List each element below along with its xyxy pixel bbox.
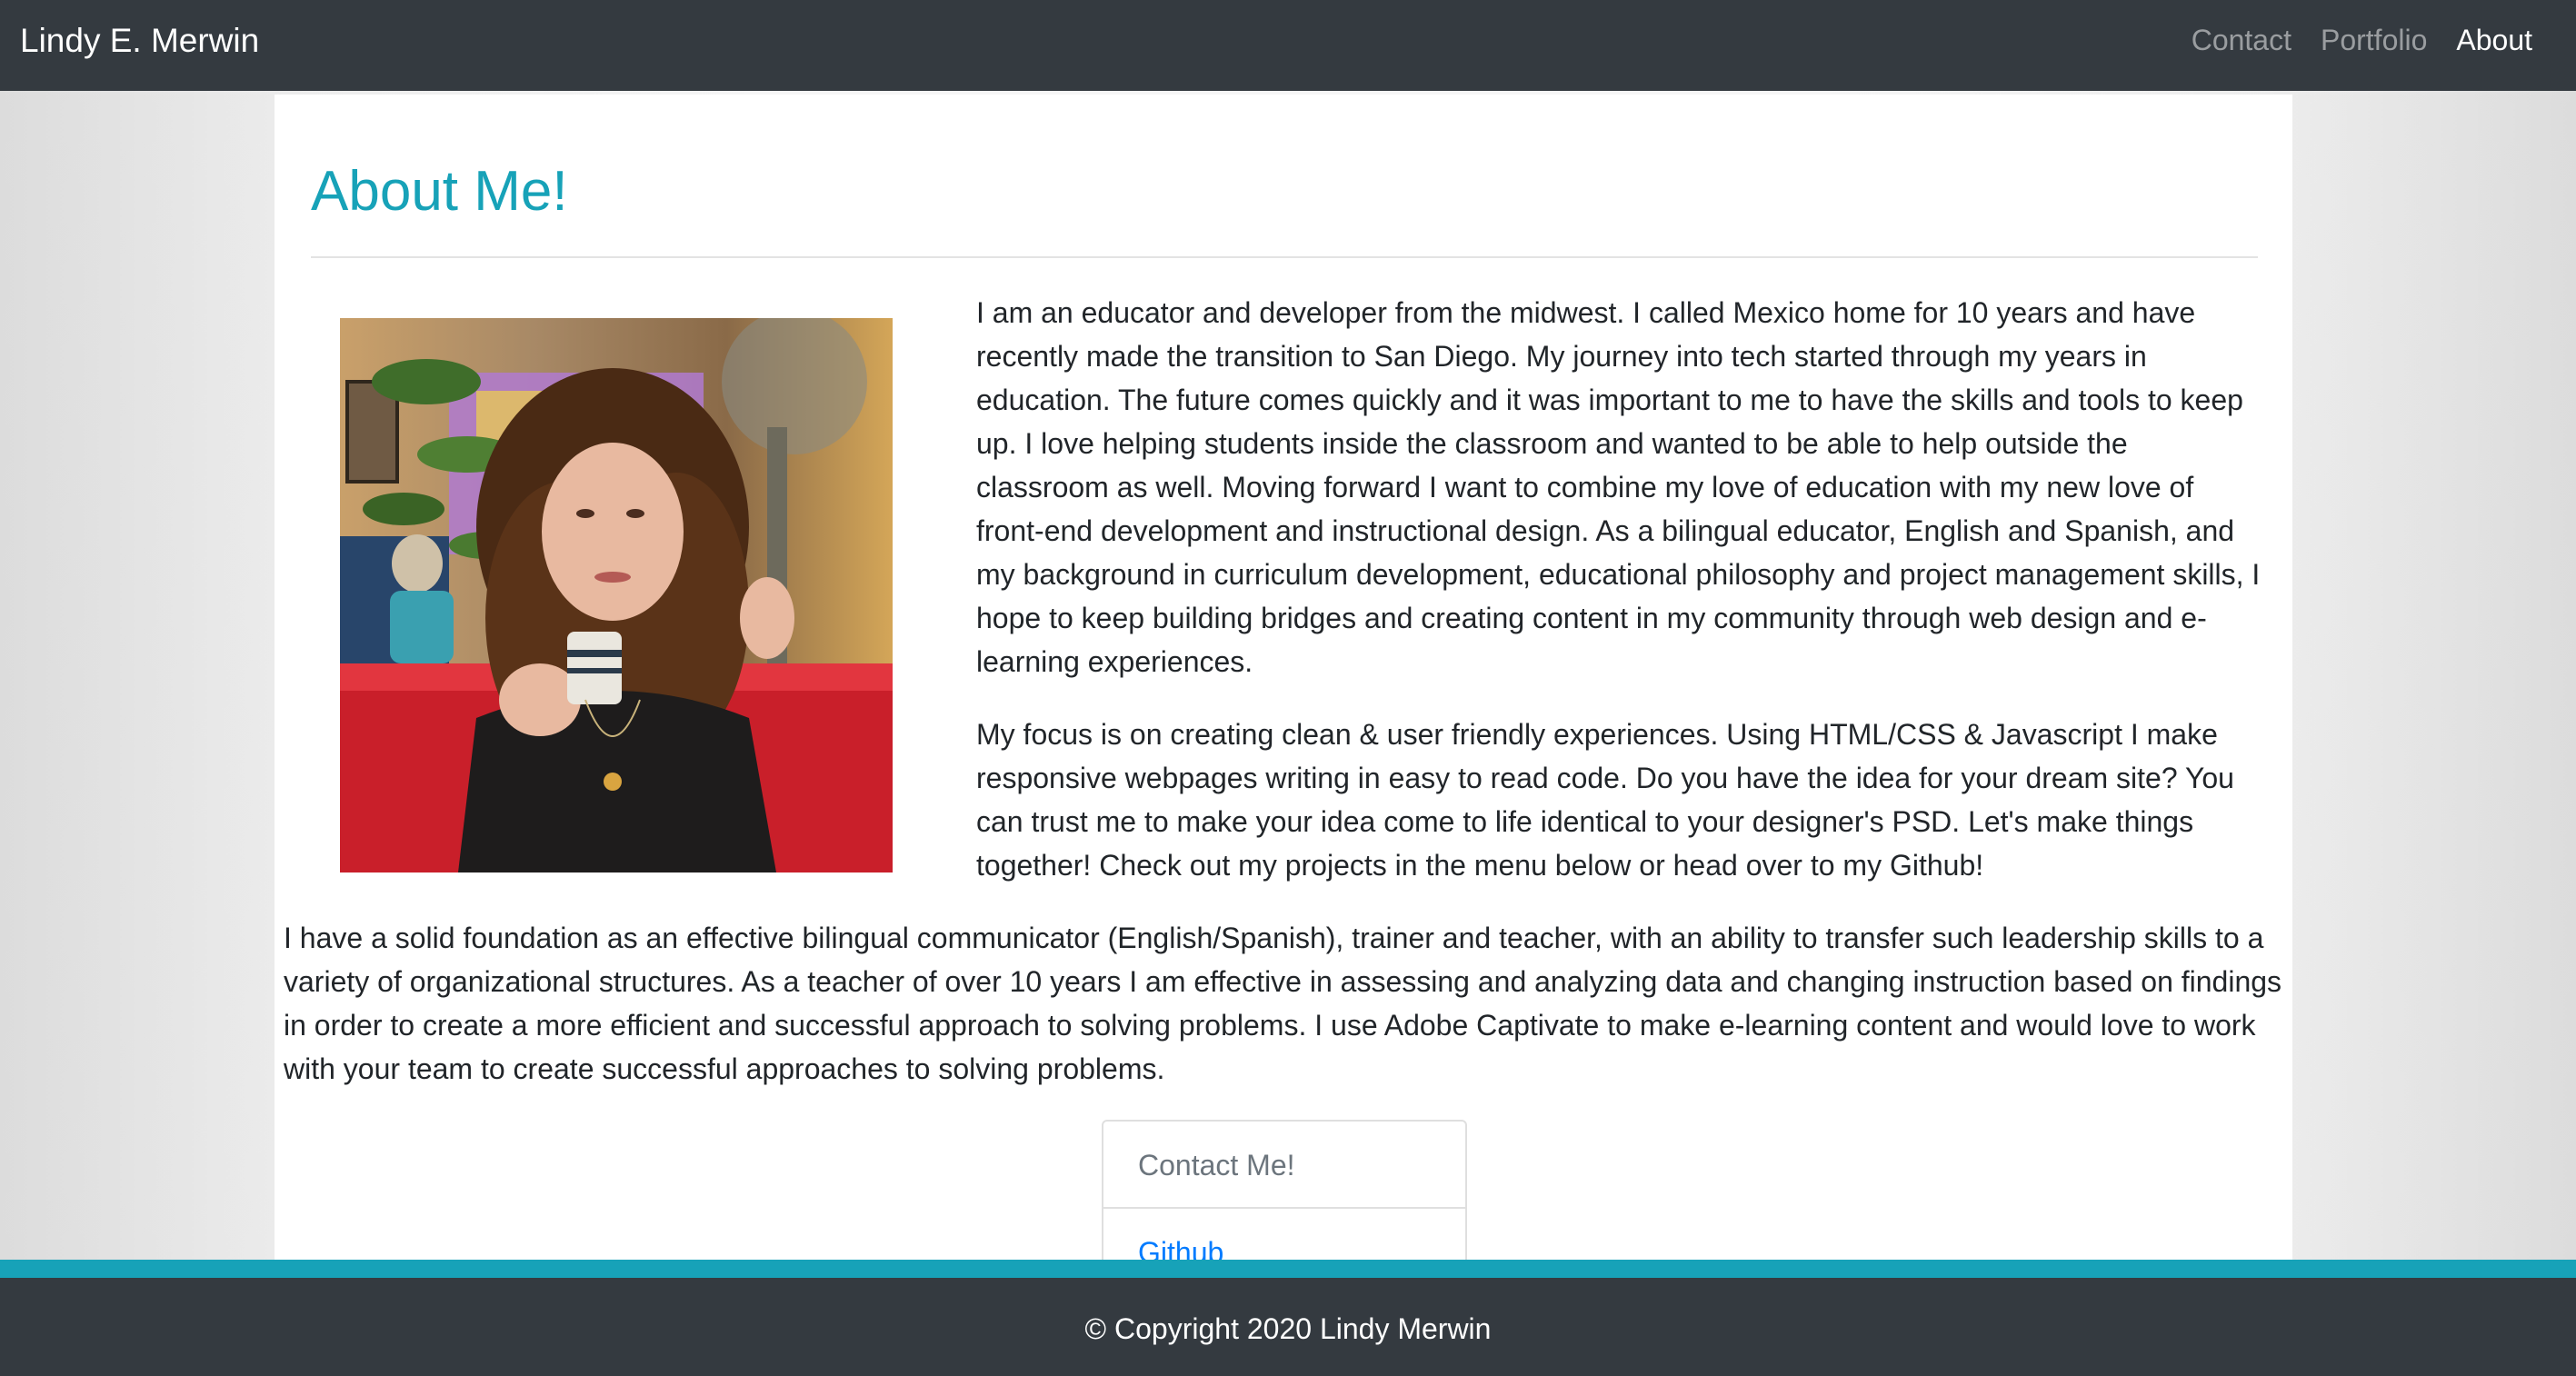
- profile-photo: [340, 318, 893, 872]
- title-divider: [311, 256, 2258, 258]
- about-paragraph-3: I have a solid foundation as an effectiv…: [284, 922, 2282, 1085]
- copyright-text: © Copyright 2020 Lindy Merwin: [1084, 1312, 1492, 1345]
- contact-list-header: Contact Me!: [1103, 1122, 1465, 1209]
- nav-links: Contact Portfolio About: [2192, 0, 2532, 91]
- navbar: Lindy E. Merwin Contact Portfolio About: [0, 0, 2576, 91]
- about-paragraph-2: My focus is on creating clean & user fri…: [976, 718, 2234, 882]
- main-container: About Me! I am an educator and developer…: [275, 95, 2292, 1287]
- footer-accent-stripe: [0, 1260, 2576, 1278]
- profile-photo-illustration: [340, 318, 893, 872]
- page-title: About Me!: [311, 160, 568, 223]
- footer: © Copyright 2020 Lindy Merwin: [0, 1278, 2576, 1376]
- brand-link[interactable]: Lindy E. Merwin: [20, 0, 259, 91]
- about-paragraph-1: I am an educator and developer from the …: [976, 296, 2261, 678]
- nav-link-portfolio[interactable]: Portfolio: [2321, 24, 2427, 68]
- nav-link-contact[interactable]: Contact: [2192, 24, 2291, 68]
- nav-link-about[interactable]: About: [2456, 24, 2532, 68]
